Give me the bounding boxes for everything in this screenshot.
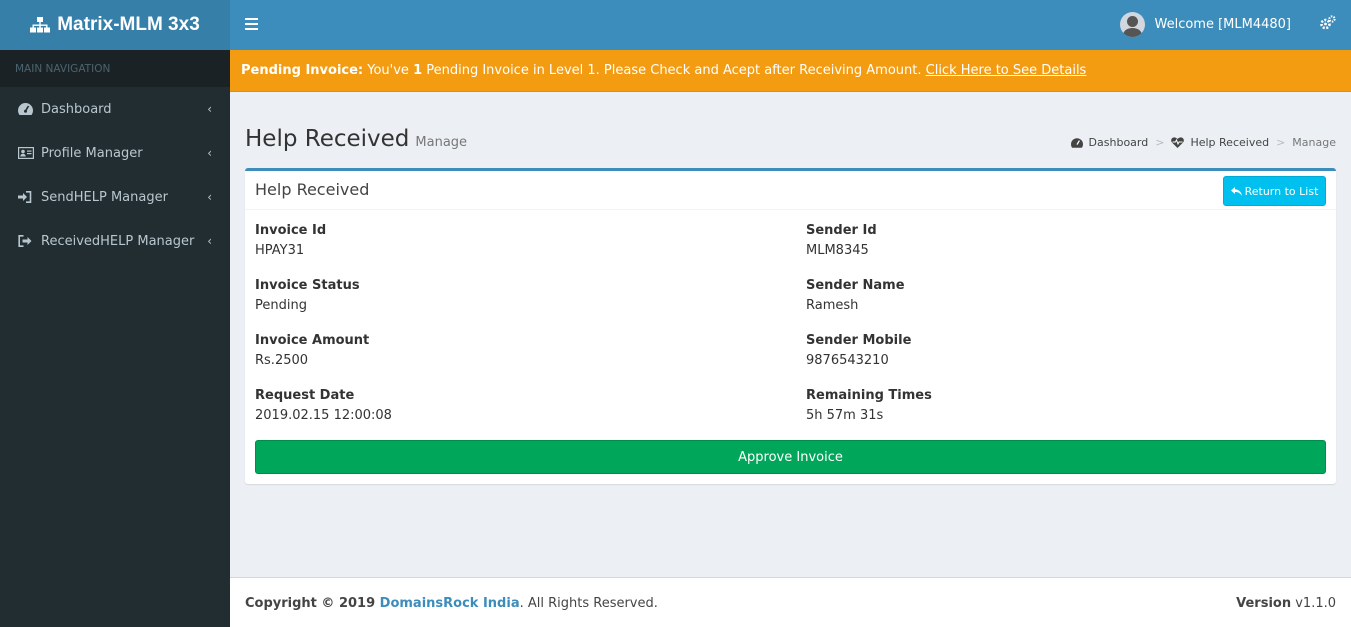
field-value: 5h 57m 31s: [806, 408, 884, 423]
dashboard-icon: [1070, 137, 1083, 148]
invoice-details: Invoice Id HPAY31 Sender Id MLM8345 Invoic…: [245, 210, 1336, 440]
field-value: 2019.02.15 12:00:08: [255, 408, 392, 423]
avatar: [1119, 12, 1145, 37]
field-request-date: Request Date 2019.02.15 12:00:08: [255, 388, 392, 423]
field-invoice-id: Invoice Id HPAY31: [255, 223, 326, 258]
sign-out-icon: [18, 235, 34, 247]
field-label: Invoice Amount: [255, 333, 370, 348]
box-title: Help Received: [255, 180, 370, 199]
field-value: Ramesh: [806, 298, 859, 313]
field-sender-mobile: Sender Mobile 9876543210: [806, 333, 911, 368]
sidebar-item-label: ReceivedHELP Manager: [41, 233, 195, 249]
field-label: Invoice Status: [255, 278, 360, 293]
return-label: Return to List: [1244, 184, 1319, 198]
top-navbar: Welcome [MLM4480]: [230, 0, 1351, 50]
version-info: Version v1.1.0: [1236, 596, 1336, 611]
logo-text: Matrix-MLM 3x3: [57, 14, 200, 35]
approve-invoice-button[interactable]: Approve Invoice: [255, 440, 1326, 474]
chevron-left-icon: ‹: [207, 234, 212, 248]
sidebar-item-label: Dashboard: [41, 101, 112, 117]
rights-text: . All Rights Reserved.: [519, 596, 658, 611]
sidebar-item-dashboard[interactable]: Dashboard ‹: [0, 87, 230, 131]
alert-text: Pending Invoice in Level 1. Please Check…: [422, 63, 926, 78]
field-value: Rs.2500: [255, 353, 309, 368]
field-label: Request Date: [255, 388, 355, 403]
sitemap-icon: [30, 17, 51, 33]
field-remaining-times: Remaining Times 5h 57m 31s: [806, 388, 932, 423]
see-details-link[interactable]: Click Here to See Details: [926, 63, 1087, 78]
field-label: Invoice Id: [255, 223, 327, 238]
field-label: Remaining Times: [806, 388, 932, 403]
company-link[interactable]: DomainsRock India: [380, 596, 520, 611]
version-number: v1.1.0: [1291, 596, 1336, 611]
footer: Copyright © 2019 DomainsRock India. All …: [230, 577, 1351, 627]
welcome-text: Welcome [MLM4480]: [1154, 17, 1292, 32]
content-header: Help Received Manage Dashboard > Help Rec…: [245, 126, 1336, 156]
box-header: Help Received Return to List: [245, 171, 1336, 210]
field-invoice-amount: Invoice Amount Rs.2500: [255, 333, 369, 368]
version-label: Version: [1236, 596, 1292, 611]
sidebar-item-profile-manager[interactable]: Profile Manager ‹: [0, 131, 230, 175]
chevron-left-icon: ‹: [207, 146, 212, 160]
alert-title: Pending Invoice:: [241, 63, 364, 78]
field-value: MLM8345: [806, 243, 869, 258]
field-value: HPAY31: [255, 243, 305, 258]
sidebar-item-label: Profile Manager: [41, 145, 143, 161]
alert-text: You've: [363, 63, 414, 78]
field-label: Sender Id: [806, 223, 877, 238]
field-value: Pending: [255, 298, 307, 313]
breadcrumb-dashboard[interactable]: Dashboard: [1089, 136, 1149, 149]
breadcrumb-separator: >: [1155, 136, 1165, 149]
return-to-list-button[interactable]: Return to List: [1223, 176, 1326, 206]
field-label: Sender Mobile: [806, 333, 912, 348]
alert-count: 1: [413, 63, 423, 78]
reply-icon: [1230, 186, 1242, 196]
gears-icon[interactable]: [1320, 15, 1336, 30]
breadcrumb-manage: Manage: [1292, 136, 1336, 149]
pending-invoice-alert: Pending Invoice: You've 1 Pending Invoic…: [230, 50, 1351, 92]
sidebar-header: MAIN NAVIGATION: [0, 50, 230, 87]
field-sender-id: Sender Id MLM8345: [806, 223, 877, 258]
user-menu[interactable]: Welcome [MLM4480]: [1119, 12, 1292, 37]
breadcrumb: Dashboard > Help Received > Manage: [1070, 136, 1336, 149]
field-value: 9876543210: [806, 353, 889, 368]
help-received-box: Help Received Return to List Invoice Id H…: [245, 168, 1336, 484]
chevron-left-icon: ‹: [207, 102, 212, 116]
dashboard-icon: [18, 103, 34, 115]
app-logo[interactable]: Matrix-MLM 3x3: [0, 0, 230, 50]
heartbeat-icon: [1171, 137, 1185, 148]
field-sender-name: Sender Name Ramesh: [806, 278, 905, 313]
sidebar-item-receivedhelp-manager[interactable]: ReceivedHELP Manager ‹: [0, 219, 230, 263]
sidebar-toggle-icon[interactable]: [245, 17, 258, 31]
sidebar: MAIN NAVIGATION Dashboard ‹ Profile Mana…: [0, 50, 230, 627]
sidebar-item-label: SendHELP Manager: [41, 189, 168, 205]
breadcrumb-help-received[interactable]: Help Received: [1190, 136, 1269, 149]
chevron-left-icon: ‹: [207, 190, 212, 204]
field-label: Sender Name: [806, 278, 905, 293]
sidebar-item-sendhelp-manager[interactable]: SendHELP Manager ‹: [0, 175, 230, 219]
id-card-icon: [18, 147, 34, 159]
page-title: Help Received Manage: [245, 126, 468, 152]
breadcrumb-separator: >: [1276, 136, 1286, 149]
copyright-text: Copyright © 2019: [245, 596, 380, 611]
field-invoice-status: Invoice Status Pending: [255, 278, 360, 313]
page-subtitle: Manage: [415, 135, 468, 150]
sign-in-icon: [18, 191, 34, 203]
